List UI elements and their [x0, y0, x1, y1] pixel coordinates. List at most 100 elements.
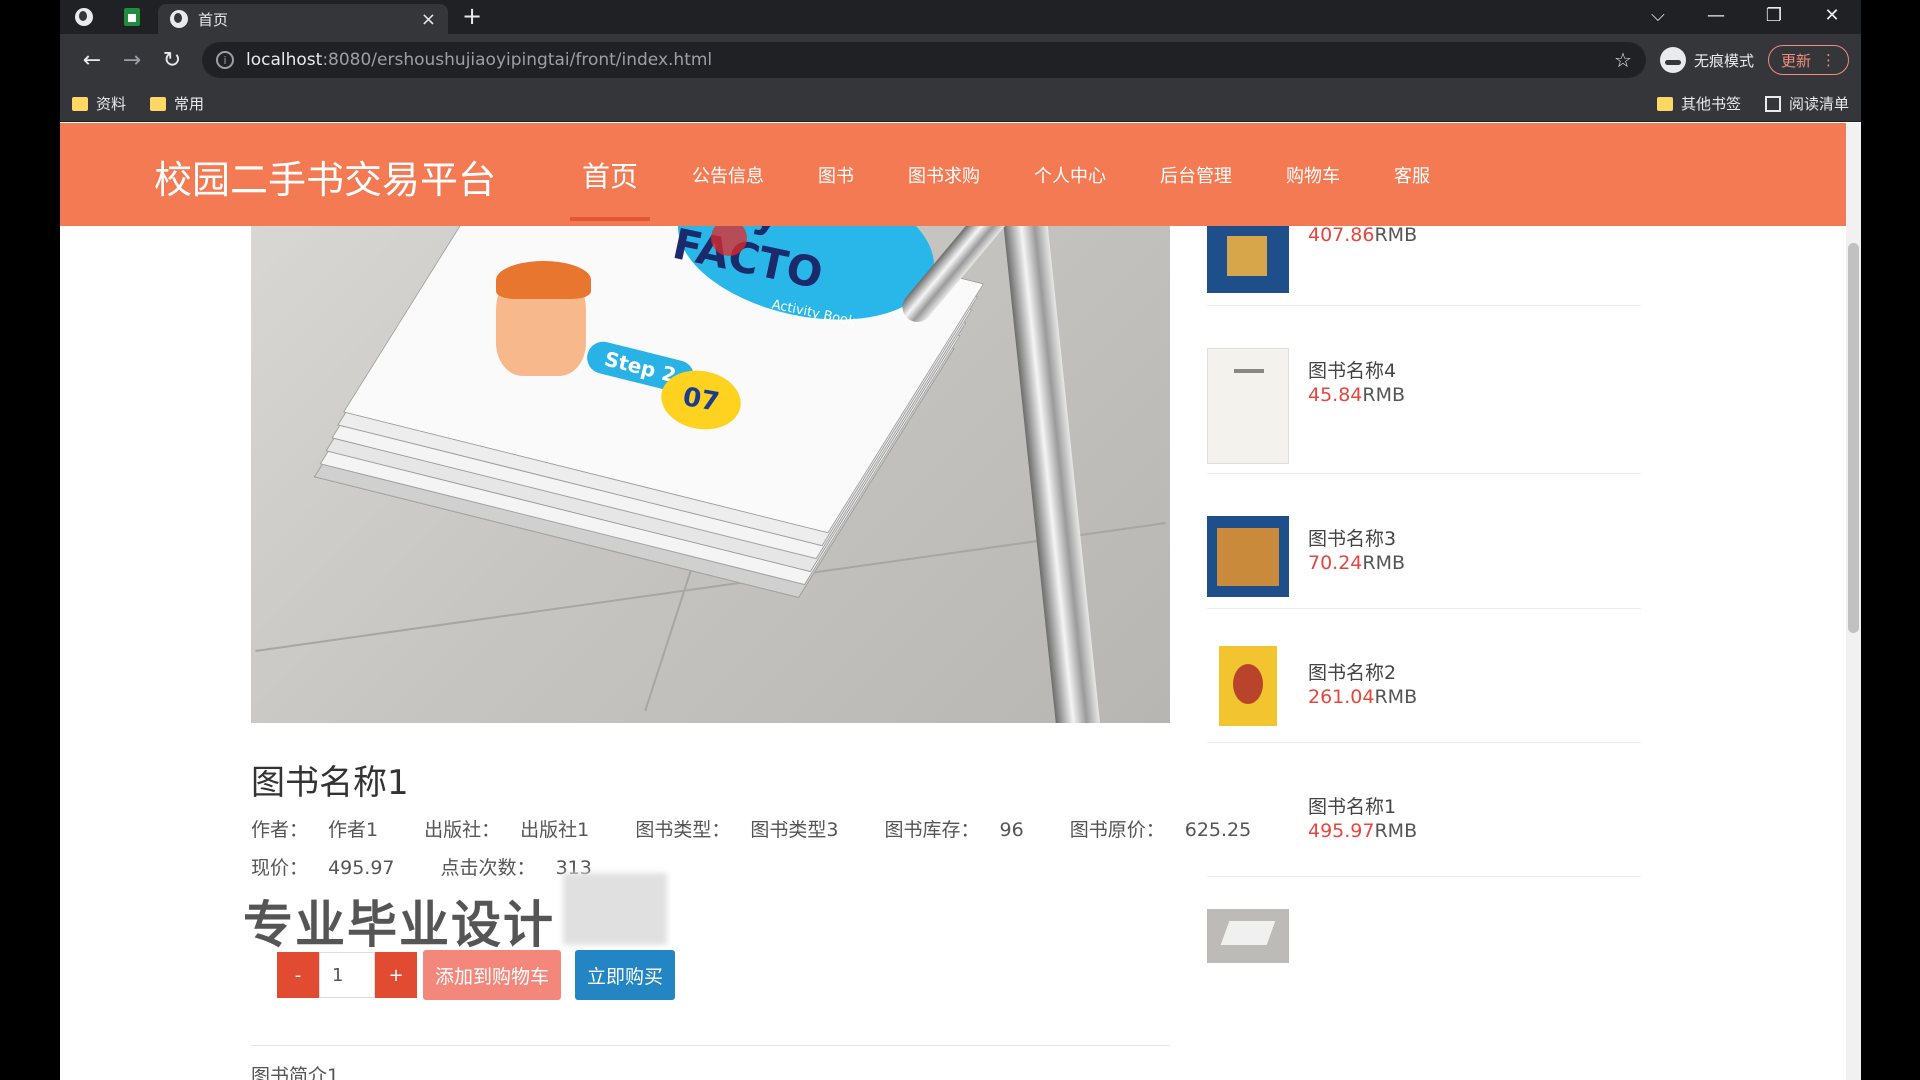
price-unit: RMB	[1374, 224, 1418, 246]
qty-increment-button[interactable]: +	[375, 952, 417, 998]
watermark-text: 专业毕业设计	[243, 896, 555, 954]
nav-home[interactable]: 首页	[569, 155, 651, 221]
pinned-tab-globe[interactable]	[60, 0, 108, 34]
side-book-name: 图书名称4	[1308, 360, 1397, 382]
site-nav: 首页 公告信息 图书 图书求购 个人中心 后台管理 购物车 客服	[569, 123, 1484, 226]
side-book-price: 45.84RMB	[1308, 384, 1405, 406]
sheets-icon	[124, 8, 140, 26]
orig-price-value: 625.25	[1184, 819, 1252, 841]
back-icon[interactable]: ←	[72, 48, 112, 73]
folder-icon	[150, 96, 167, 111]
page-scrollbar[interactable]	[1846, 123, 1861, 1080]
meta-line-2: 现价： 495.97 点击次数： 313	[251, 849, 1291, 887]
book-thumbnail	[1207, 909, 1289, 963]
book-title: 图书名称1	[251, 763, 409, 803]
nav-customer-service[interactable]: 客服	[1394, 162, 1430, 188]
side-book-price: 495.97RMB	[1308, 820, 1417, 842]
incognito-icon	[1659, 47, 1686, 73]
type-label: 图书类型：	[635, 819, 731, 841]
buy-now-button[interactable]: 立即购买	[575, 950, 676, 1000]
item-separator	[1207, 305, 1641, 306]
thumb-art	[1234, 369, 1264, 373]
info-icon[interactable]: i	[216, 51, 234, 69]
close-icon[interactable]: ×	[421, 9, 436, 30]
restore-icon[interactable]: ❐	[1745, 5, 1803, 26]
reading-list-button[interactable]: 阅读清单	[1789, 93, 1849, 114]
site-header: 校园二手书交易平台 首页 公告信息 图书 图书求购 个人中心 后台管理 购物车 …	[60, 123, 1846, 226]
bookmark-star-icon[interactable]: ☆	[1614, 48, 1632, 72]
nav-books[interactable]: 图书	[818, 162, 854, 188]
thumb-art	[1217, 528, 1279, 586]
thumb-art	[1220, 921, 1276, 945]
clicks-label: 点击次数：	[440, 857, 536, 879]
update-button[interactable]: 更新 ⋮	[1767, 45, 1849, 75]
side-book-name: 图书名称2	[1308, 662, 1397, 684]
publisher-label: 出版社：	[424, 819, 501, 841]
side-book-name: 图书名称1	[1308, 796, 1397, 818]
reading-list-icon	[1764, 95, 1781, 112]
globe-icon	[170, 10, 188, 28]
price-value: 495.97	[328, 857, 395, 879]
price-unit: RMB	[1374, 820, 1418, 842]
item-separator	[1207, 473, 1641, 474]
thumb-art	[1227, 236, 1267, 276]
item-separator	[1207, 608, 1641, 609]
type-field: 图书类型： 图书类型3	[635, 819, 858, 841]
tab-home[interactable]: 首页 ×	[158, 4, 448, 34]
nav-book-requests[interactable]: 图书求购	[908, 162, 980, 188]
quantity-input[interactable]	[319, 952, 375, 998]
orig-price-field: 图书原价： 625.25	[1070, 819, 1272, 841]
tab-search-icon[interactable]: ⌵	[1629, 5, 1687, 26]
nav-personal-center[interactable]: 个人中心	[1034, 162, 1106, 188]
stock-value: 96	[999, 819, 1024, 841]
pinned-tab-sheets[interactable]	[108, 0, 156, 34]
incognito-indicator[interactable]: 无痕模式	[1659, 47, 1754, 73]
bookmark-folder-changyong[interactable]: 常用	[150, 93, 204, 114]
watermark-blur	[563, 873, 667, 945]
bookmarks-bar: 资料 常用 其他书签 阅读清单	[60, 86, 1861, 122]
book-thumbnail	[1219, 646, 1277, 726]
author-field: 作者： 作者1	[251, 819, 398, 841]
address-bar[interactable]: i localhost :8080/ershoushujiaoyipingtai…	[202, 42, 1646, 78]
window-close-icon[interactable]: ✕	[1803, 5, 1861, 26]
reload-icon[interactable]: ↻	[152, 48, 192, 73]
forward-icon[interactable]: →	[112, 48, 152, 73]
book-description: 图书简介1	[251, 1065, 340, 1080]
price-unit: RMB	[1362, 384, 1406, 406]
other-bookmarks-label: 其他书签	[1680, 95, 1741, 113]
nav-cart[interactable]: 购物车	[1286, 162, 1340, 188]
price-field: 现价： 495.97	[251, 857, 415, 879]
price-number: 407.86	[1308, 224, 1375, 246]
web-page: 校园二手书交易平台 首页 公告信息 图书 图书求购 个人中心 后台管理 购物车 …	[60, 123, 1861, 1080]
price-number: 70.24	[1308, 552, 1363, 574]
update-label: 更新	[1780, 51, 1811, 70]
bookmark-folder-ziliao[interactable]: 资料	[72, 93, 126, 114]
author-label: 作者：	[251, 819, 309, 841]
other-bookmarks[interactable]: 其他书签	[1656, 93, 1741, 114]
url-path: :8080/ershoushujiaoyipingtai/front/index…	[322, 50, 713, 70]
stock-field: 图书库存： 96	[884, 819, 1043, 841]
site-title: 校园二手书交易平台	[154, 158, 497, 202]
left-black-bar	[0, 0, 60, 1080]
scrollbar-thumb[interactable]	[1848, 243, 1859, 633]
side-book-price: 70.24RMB	[1308, 552, 1405, 574]
bookmarks-right: 其他书签 阅读清单	[1656, 93, 1849, 114]
purchase-controls: - + 添加到购物车 立即购买	[277, 950, 676, 1000]
folder-icon	[72, 96, 88, 111]
browser-toolbar: ← → ↻ i localhost :8080/ershoushujiaoyip…	[60, 34, 1861, 86]
price-number: 261.04	[1308, 686, 1375, 708]
nav-announcements[interactable]: 公告信息	[692, 162, 764, 188]
side-book-price: 261.04RMB	[1308, 686, 1417, 708]
more-menu-icon: ⋮	[1821, 51, 1836, 69]
minimize-icon[interactable]: —	[1687, 5, 1745, 26]
publisher-value: 出版社1	[520, 819, 590, 841]
add-to-cart-button[interactable]: 添加到购物车	[423, 950, 562, 1000]
new-tab-button[interactable]: +	[462, 2, 482, 30]
bookmark-label: 常用	[174, 95, 205, 113]
qty-decrement-button[interactable]: -	[277, 952, 319, 998]
side-book-price: 407.86RMB	[1308, 224, 1417, 246]
book-cover-image: Play FACTO Activity Book Step 2 07	[251, 226, 1170, 723]
nav-admin[interactable]: 后台管理	[1160, 162, 1232, 188]
book-meta: 作者： 作者1 出版社： 出版社1 图书类型： 图书类型3 图书库存： 96 图书原价：…	[251, 811, 1291, 887]
price-number: 45.84	[1308, 384, 1363, 406]
